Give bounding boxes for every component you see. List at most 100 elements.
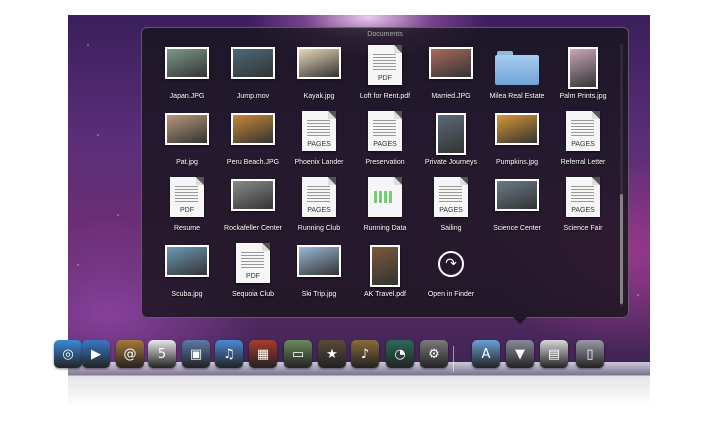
itunes-icon[interactable]: ♫ bbox=[215, 340, 243, 368]
photo-booth-icon[interactable]: ▦ bbox=[249, 340, 277, 368]
stack-item-label: Kayak.jpg bbox=[303, 93, 335, 100]
stack-pointer bbox=[513, 317, 527, 324]
photo-thumbnail-icon bbox=[429, 45, 473, 79]
documents-folder-icon[interactable]: ▼ bbox=[506, 340, 534, 368]
stack-item[interactable]: Running Data bbox=[353, 177, 417, 235]
stack-item[interactable]: Scuba.jpg bbox=[155, 243, 219, 301]
stack-item[interactable]: ↷ Open in Finder bbox=[419, 243, 483, 301]
stack-item-label: Rockafeller Center bbox=[224, 225, 282, 232]
facetime-icon[interactable]: ▶ bbox=[82, 340, 110, 368]
doc-type-tag: PAGES bbox=[571, 141, 595, 148]
stack-scrollbar[interactable] bbox=[620, 44, 623, 306]
document-icon: PAGES bbox=[566, 177, 600, 217]
stack-item[interactable]: Japan.JPG bbox=[155, 45, 219, 103]
document-icon: PAGES bbox=[368, 111, 402, 151]
document-icon: PDF bbox=[170, 177, 204, 217]
stack-item[interactable]: PAGES Running Club bbox=[287, 177, 351, 235]
applications-folder-icon[interactable]: A bbox=[472, 340, 500, 368]
preview-icon[interactable]: ▣ bbox=[182, 340, 210, 368]
stack-item-label: Japan.JPG bbox=[169, 93, 205, 100]
stack-item-label: Running Data bbox=[363, 225, 407, 232]
doc-type-tag: PAGES bbox=[307, 207, 331, 214]
stack-item-label: Loft for Rent.pdf bbox=[359, 93, 411, 100]
photo-thumbnail-icon bbox=[495, 111, 539, 145]
stack-item[interactable]: PDF Sequoia Club bbox=[221, 243, 285, 301]
photo-thumbnail-icon bbox=[370, 243, 400, 287]
stack-item[interactable]: Palm Prints.jpg bbox=[551, 45, 615, 103]
stack-item[interactable]: Pat.jpg bbox=[155, 111, 219, 169]
stack-item[interactable]: Kayak.jpg bbox=[287, 45, 351, 103]
stack-item-label: Pat.jpg bbox=[176, 159, 198, 166]
stack-item-label: Jump.mov bbox=[236, 93, 270, 100]
stack-item[interactable]: PDF Loft for Rent.pdf bbox=[353, 45, 417, 103]
stack-item[interactable]: AK Travel.pdf bbox=[353, 243, 417, 301]
stack-item[interactable]: Milea Real Estate bbox=[485, 45, 549, 103]
stack-item-label: Science Fair bbox=[563, 225, 603, 232]
stack-item-label: Pumpkins.jpg bbox=[495, 159, 539, 166]
dock-separator bbox=[453, 346, 454, 372]
stack-item-label: Sequoia Club bbox=[231, 291, 275, 298]
ical-icon[interactable]: 5 bbox=[148, 340, 176, 368]
document-icon: PDF bbox=[236, 243, 270, 283]
doc-type-tag: PAGES bbox=[571, 207, 595, 214]
stack-item-label: Phoenix Lander bbox=[294, 159, 344, 166]
stack-item[interactable]: Peru Beach.JPG bbox=[221, 111, 285, 169]
document-icon: PAGES bbox=[434, 177, 468, 217]
stack-item[interactable]: PAGES Referral Letter bbox=[551, 111, 615, 169]
scrollbar-thumb[interactable] bbox=[620, 194, 623, 304]
stack-item[interactable]: PAGES Preservation bbox=[353, 111, 417, 169]
stack-item-label: Referral Letter bbox=[560, 159, 606, 166]
document-icon: PAGES bbox=[302, 111, 336, 151]
stack-item-label: Preservation bbox=[365, 159, 405, 166]
stack-item[interactable]: PAGES Phoenix Lander bbox=[287, 111, 351, 169]
garageband-icon[interactable]: ♪ bbox=[351, 340, 379, 368]
stack-item[interactable]: PDF Resume bbox=[155, 177, 219, 235]
photo-thumbnail-icon bbox=[495, 177, 539, 211]
dock-reflection bbox=[68, 376, 650, 406]
stack-item[interactable]: Ski Trip.jpg bbox=[287, 243, 351, 301]
time-machine-icon[interactable]: ◔ bbox=[386, 340, 414, 368]
system-preferences-icon[interactable]: ⚙ bbox=[420, 340, 448, 368]
doc-type-tag: PAGES bbox=[439, 207, 463, 214]
photo-thumbnail-icon bbox=[297, 45, 341, 79]
stack-item-label: AK Travel.pdf bbox=[363, 291, 407, 298]
stack-item-label: Scuba.jpg bbox=[171, 291, 203, 298]
photo-thumbnail-icon bbox=[231, 177, 275, 211]
imovie-icon[interactable]: ★ bbox=[318, 340, 346, 368]
open-in-finder-icon: ↷ bbox=[438, 243, 464, 277]
doc-type-tag: PDF bbox=[180, 207, 194, 214]
stack-item-label: Married.JPG bbox=[431, 93, 471, 100]
photo-thumbnail-icon bbox=[231, 45, 275, 79]
document-icon bbox=[368, 177, 402, 217]
safari-icon[interactable]: ◎ bbox=[54, 340, 82, 368]
stack-item[interactable]: PAGES Sailing bbox=[419, 177, 483, 235]
stack-item[interactable]: Rockafeller Center bbox=[221, 177, 285, 235]
stack-item[interactable]: Private Journeys bbox=[419, 111, 483, 169]
iphoto-icon[interactable]: ▭ bbox=[284, 340, 312, 368]
photo-thumbnail-icon bbox=[165, 45, 209, 79]
address-book-icon[interactable]: @ bbox=[116, 340, 144, 368]
stack-item[interactable]: PAGES Science Fair bbox=[551, 177, 615, 235]
stack-item[interactable]: Jump.mov bbox=[221, 45, 285, 103]
doc-type-tag: PDF bbox=[246, 273, 260, 280]
stack-item-label: Palm Prints.jpg bbox=[559, 93, 607, 100]
doc-type-tag: PAGES bbox=[307, 141, 331, 148]
stack-title: Documents bbox=[367, 31, 403, 38]
stack-item[interactable]: Pumpkins.jpg bbox=[485, 111, 549, 169]
photo-thumbnail-icon bbox=[436, 111, 466, 155]
dock: ◎ ▶ @5 ▣ ♫ ▦ ▭ ★ ♪ ◔ ⚙ A ▼ ▤ ▯ bbox=[54, 340, 650, 380]
stack-item-label: Open in Finder bbox=[427, 291, 475, 298]
stack-item[interactable]: Married.JPG bbox=[419, 45, 483, 103]
stack-item-label: Peru Beach.JPG bbox=[226, 159, 280, 166]
trash-icon[interactable]: ▯ bbox=[576, 340, 604, 368]
photo-thumbnail-icon bbox=[297, 243, 341, 277]
stack-item-label: Private Journeys bbox=[424, 159, 478, 166]
photo-thumbnail-icon bbox=[165, 243, 209, 277]
stack-item[interactable]: Science Center bbox=[485, 177, 549, 235]
photo-thumbnail-icon bbox=[568, 45, 598, 89]
stack-item-label: Running Club bbox=[297, 225, 341, 232]
stack-item-label: Milea Real Estate bbox=[489, 93, 545, 100]
folder-icon bbox=[495, 45, 539, 85]
downloads-stack-icon[interactable]: ▤ bbox=[540, 340, 568, 368]
document-icon: PDF bbox=[368, 45, 402, 85]
